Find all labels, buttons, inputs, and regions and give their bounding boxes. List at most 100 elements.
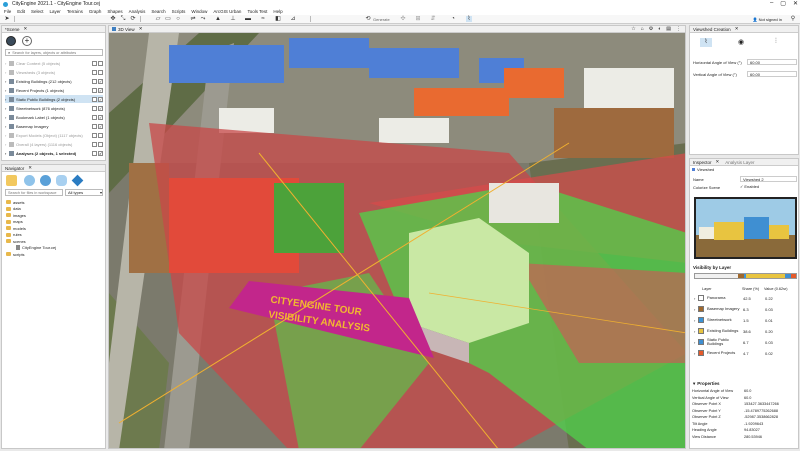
scene-tab-close-icon[interactable]: ✕ xyxy=(24,26,28,32)
visibility-checkbox[interactable]: ✓ xyxy=(98,123,103,129)
viewshed-mode-icon[interactable]: ⌇ xyxy=(700,38,712,47)
lock-checkbox[interactable] xyxy=(92,132,97,138)
navigator-search-input[interactable] xyxy=(8,190,62,195)
maximize-icon[interactable]: ▢ xyxy=(780,0,786,7)
lock-checkbox[interactable] xyxy=(92,141,97,147)
layer-row[interactable]: › Streetnetwork (876 objects) ✓ xyxy=(5,104,103,112)
layer-row[interactable]: › Static Public Buildings (2 objects) ✓ xyxy=(5,95,103,103)
layer-row[interactable]: › Clear Context (5 objects) xyxy=(5,59,103,67)
tree-item[interactable]: data xyxy=(6,206,21,212)
workspace-folder-icon[interactable] xyxy=(6,175,17,186)
menu-graph[interactable]: Graph xyxy=(89,9,102,14)
lock-checkbox[interactable] xyxy=(92,114,97,120)
visibility-checkbox[interactable]: ✓ xyxy=(98,96,103,102)
menu-edit[interactable]: Edit xyxy=(17,9,25,14)
menu-search[interactable]: Search xyxy=(151,9,165,14)
menu-tools-test[interactable]: Tools Test xyxy=(247,9,267,14)
lock-checkbox[interactable] xyxy=(92,105,97,111)
menu-window[interactable]: Window xyxy=(191,9,207,14)
viewport-tab[interactable]: 3D View xyxy=(118,27,135,32)
rotate-tool-icon[interactable]: ⟳ xyxy=(130,16,136,22)
add-layer-icon[interactable]: + xyxy=(22,36,32,46)
visibility-checkbox[interactable]: ✓ xyxy=(98,114,103,120)
align-tool-icon[interactable]: ⊥ xyxy=(230,16,236,22)
bookmark-icon[interactable]: ☆ xyxy=(631,26,635,32)
viewshed-creation-tab[interactable]: Viewshed Creation xyxy=(693,27,731,32)
visibility-checkbox[interactable]: ✓ xyxy=(98,105,103,111)
inspector-tab[interactable]: Inspector xyxy=(693,160,712,165)
scene-search-input[interactable] xyxy=(12,50,101,55)
name-input[interactable]: Viewshed 2 xyxy=(740,176,797,182)
polygon-tool-icon[interactable]: ▱ xyxy=(155,16,161,22)
tree-item[interactable]: scripts xyxy=(6,251,25,257)
menu-help[interactable]: Help xyxy=(273,9,282,14)
street-tool-icon[interactable]: ⇌ xyxy=(190,16,196,22)
smooth-tool-icon[interactable]: ≈ xyxy=(260,16,266,22)
menu-shapes[interactable]: Shapes xyxy=(107,9,122,14)
menu-analysis[interactable]: Analysis xyxy=(129,9,146,14)
tree-item[interactable]: scenes xyxy=(6,238,26,244)
lock-checkbox[interactable] xyxy=(92,123,97,129)
layer-row[interactable]: › Basemap Imagery ✓ xyxy=(5,122,103,130)
inspector-close-icon[interactable]: ✕ xyxy=(716,159,720,165)
viewport-tab-close-icon[interactable]: ✕ xyxy=(139,26,143,32)
lock-checkbox[interactable] xyxy=(92,96,97,102)
visibility-checkbox[interactable]: ✓ xyxy=(98,87,103,93)
menu-select[interactable]: Select xyxy=(31,9,44,14)
select-tool-icon[interactable]: ➤ xyxy=(4,16,10,22)
menu-file[interactable]: File xyxy=(4,9,11,14)
menu-scripts[interactable]: Scripts xyxy=(172,9,186,14)
sketchfab-icon[interactable] xyxy=(71,174,84,187)
layer-row[interactable]: › Overall (4 layers) (1116 objects) xyxy=(5,140,103,148)
living-atlas-icon[interactable] xyxy=(40,175,51,186)
properties-header[interactable]: ▾ Properties xyxy=(693,381,720,387)
generate-icon[interactable]: ⟲ xyxy=(365,16,371,22)
visibility-checkbox[interactable] xyxy=(98,69,103,75)
visibility-checkbox[interactable]: ✓ xyxy=(98,150,103,156)
lock-checkbox[interactable] xyxy=(92,60,97,66)
terrain-tool-icon[interactable]: ▲ xyxy=(215,16,221,22)
view-corridor-mode-icon[interactable]: ⫶ xyxy=(775,38,777,46)
notifications-icon[interactable]: ⚲ xyxy=(790,16,796,22)
tree-item[interactable]: assets xyxy=(6,199,25,205)
visibility-checkbox[interactable] xyxy=(98,132,103,138)
layer-row[interactable]: › Recent Projects (1 objects) ✓ xyxy=(5,86,103,94)
navigator-tab-close-icon[interactable]: ✕ xyxy=(28,165,32,171)
scale-tool-icon[interactable]: ⤡ xyxy=(120,16,126,22)
vertical-angle-input[interactable]: 60.00 xyxy=(747,71,797,77)
display-options-icon[interactable]: ⋮ xyxy=(676,26,681,32)
visibility-checkbox[interactable]: ✓ xyxy=(98,78,103,84)
menu-arcgis-urban[interactable]: ArcGIS Urban xyxy=(213,9,241,14)
horizontal-angle-input[interactable]: 60.00 xyxy=(747,59,797,65)
viewshed-creation-close-icon[interactable]: ✕ xyxy=(735,26,739,32)
viewshed-subtab[interactable]: Viewshed xyxy=(697,167,714,172)
camera-icon[interactable]: ⌂ xyxy=(641,26,644,32)
generate-button[interactable]: Generate xyxy=(373,17,390,22)
tree-item[interactable]: maps xyxy=(6,219,23,225)
scene-tab[interactable]: *Scene xyxy=(5,27,20,32)
cleanup-icon[interactable]: ✣ xyxy=(400,16,406,22)
file-type-select[interactable]: All types ▾ xyxy=(65,189,103,196)
layer-row[interactable]: › Viewsheds (3 objects) xyxy=(5,68,103,76)
lock-checkbox[interactable] xyxy=(92,78,97,84)
lock-checkbox[interactable] xyxy=(92,69,97,75)
account-button[interactable]: 👤 Not signed in xyxy=(753,17,782,22)
view-dome-mode-icon[interactable]: ◉ xyxy=(738,38,744,46)
layer-row[interactable]: › Existing Buildings (212 objects) ✓ xyxy=(5,77,103,85)
viewshed-tool-icon[interactable]: ◔ xyxy=(450,16,456,22)
street-edit-icon[interactable]: ⤳ xyxy=(200,16,206,22)
view-settings-icon[interactable]: ⚙ xyxy=(649,26,653,32)
portal-icon[interactable] xyxy=(24,175,35,186)
navigator-tab[interactable]: Navigator xyxy=(5,166,24,171)
viewport-scene[interactable]: CITYENGINE TOUR VISIBILITY ANALYSIS xyxy=(109,33,686,449)
flatten-tool-icon[interactable]: ▬ xyxy=(245,16,251,22)
scene-logo-icon[interactable] xyxy=(6,36,16,46)
cloud-icon[interactable] xyxy=(56,175,67,186)
viewshed-active-icon[interactable]: ⌇ xyxy=(466,16,472,22)
visibility-checkbox[interactable] xyxy=(98,60,103,66)
minimize-icon[interactable]: – xyxy=(770,0,773,7)
measure-tool-icon[interactable]: ⊿ xyxy=(290,16,296,22)
circle-tool-icon[interactable]: ○ xyxy=(175,16,181,22)
menu-terrains[interactable]: Terrains xyxy=(67,9,83,14)
layer-row[interactable]: › Analyses (2 objects, 1 selected) ✓ xyxy=(5,149,103,157)
